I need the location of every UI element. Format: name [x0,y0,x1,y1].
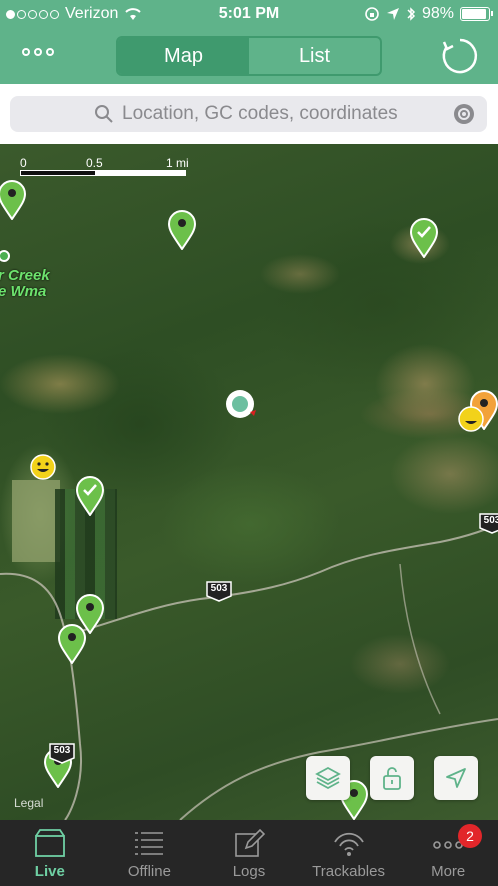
refresh-icon[interactable] [440,36,480,76]
tab-label: Trackables [312,863,385,880]
highway-shield: 503 [205,580,233,602]
highway-shield: 503 [48,742,76,764]
pencil-icon [235,828,266,857]
search-icon [95,105,113,123]
tab-label: Live [34,863,65,880]
layers-icon [315,766,341,790]
bluetooth-icon [407,7,416,21]
tab-more[interactable]: 2 More [398,820,498,886]
view-segmented-control: Map List [116,36,382,76]
nav-bar: Map List [0,28,498,84]
tab-logs[interactable]: Logs [199,820,299,886]
box-icon [34,829,65,857]
battery-icon [460,7,493,21]
tab-offline[interactable]: Offline [100,820,200,886]
geocache-pin[interactable] [0,180,26,220]
tab-trackables[interactable]: Trackables [299,820,399,886]
map-lock-button[interactable] [370,756,414,800]
event-smiley-icon[interactable] [30,454,56,480]
tab-live[interactable]: Live [0,820,100,886]
event-smiley-icon[interactable] [458,406,484,432]
segment-map[interactable]: Map [118,38,249,74]
tab-label: Offline [127,863,171,880]
scale-label: 1 mi [166,156,189,170]
search-input[interactable] [122,96,442,132]
search-bar [0,84,498,144]
list-icon [135,832,164,855]
location-arrow-icon [446,768,466,788]
rotation-lock-icon [365,7,379,21]
map-locate-button[interactable] [434,756,478,800]
scale-bar: 0 0.5 1 mi [20,156,190,176]
location-arrow-icon [386,8,399,20]
current-location-marker [226,390,256,418]
scale-label: 0 [20,156,27,170]
search-field [10,96,487,132]
map-layers-button[interactable] [306,756,350,800]
segment-list[interactable]: List [249,38,380,74]
status-bar: Verizon 5:01 PM 98% [0,0,498,28]
tab-bar: Live Offline Logs Trackables 2 More [0,820,498,886]
gear-icon[interactable] [453,103,475,125]
highway-shield: 503 [478,512,498,534]
legal-link[interactable]: Legal [14,796,43,810]
map-view[interactable]: 0 0.5 1 mi r Creek e Wma 503 503 503 Leg… [0,144,498,820]
notification-badge: 2 [457,824,482,848]
menu-ellipsis-icon[interactable] [22,48,54,56]
tab-label: Logs [232,863,266,880]
geocache-pin[interactable] [168,210,196,250]
unlock-icon [383,767,401,790]
place-label: r Creek e Wma [0,267,50,300]
found-cache-pin[interactable] [410,218,438,258]
found-cache-pin[interactable] [76,476,104,516]
geocache-pin[interactable] [58,624,86,664]
scale-label: 0.5 [86,156,103,170]
signal-icon [333,832,364,856]
tab-label: More [431,863,466,880]
battery-percent: 98% [421,5,454,22]
